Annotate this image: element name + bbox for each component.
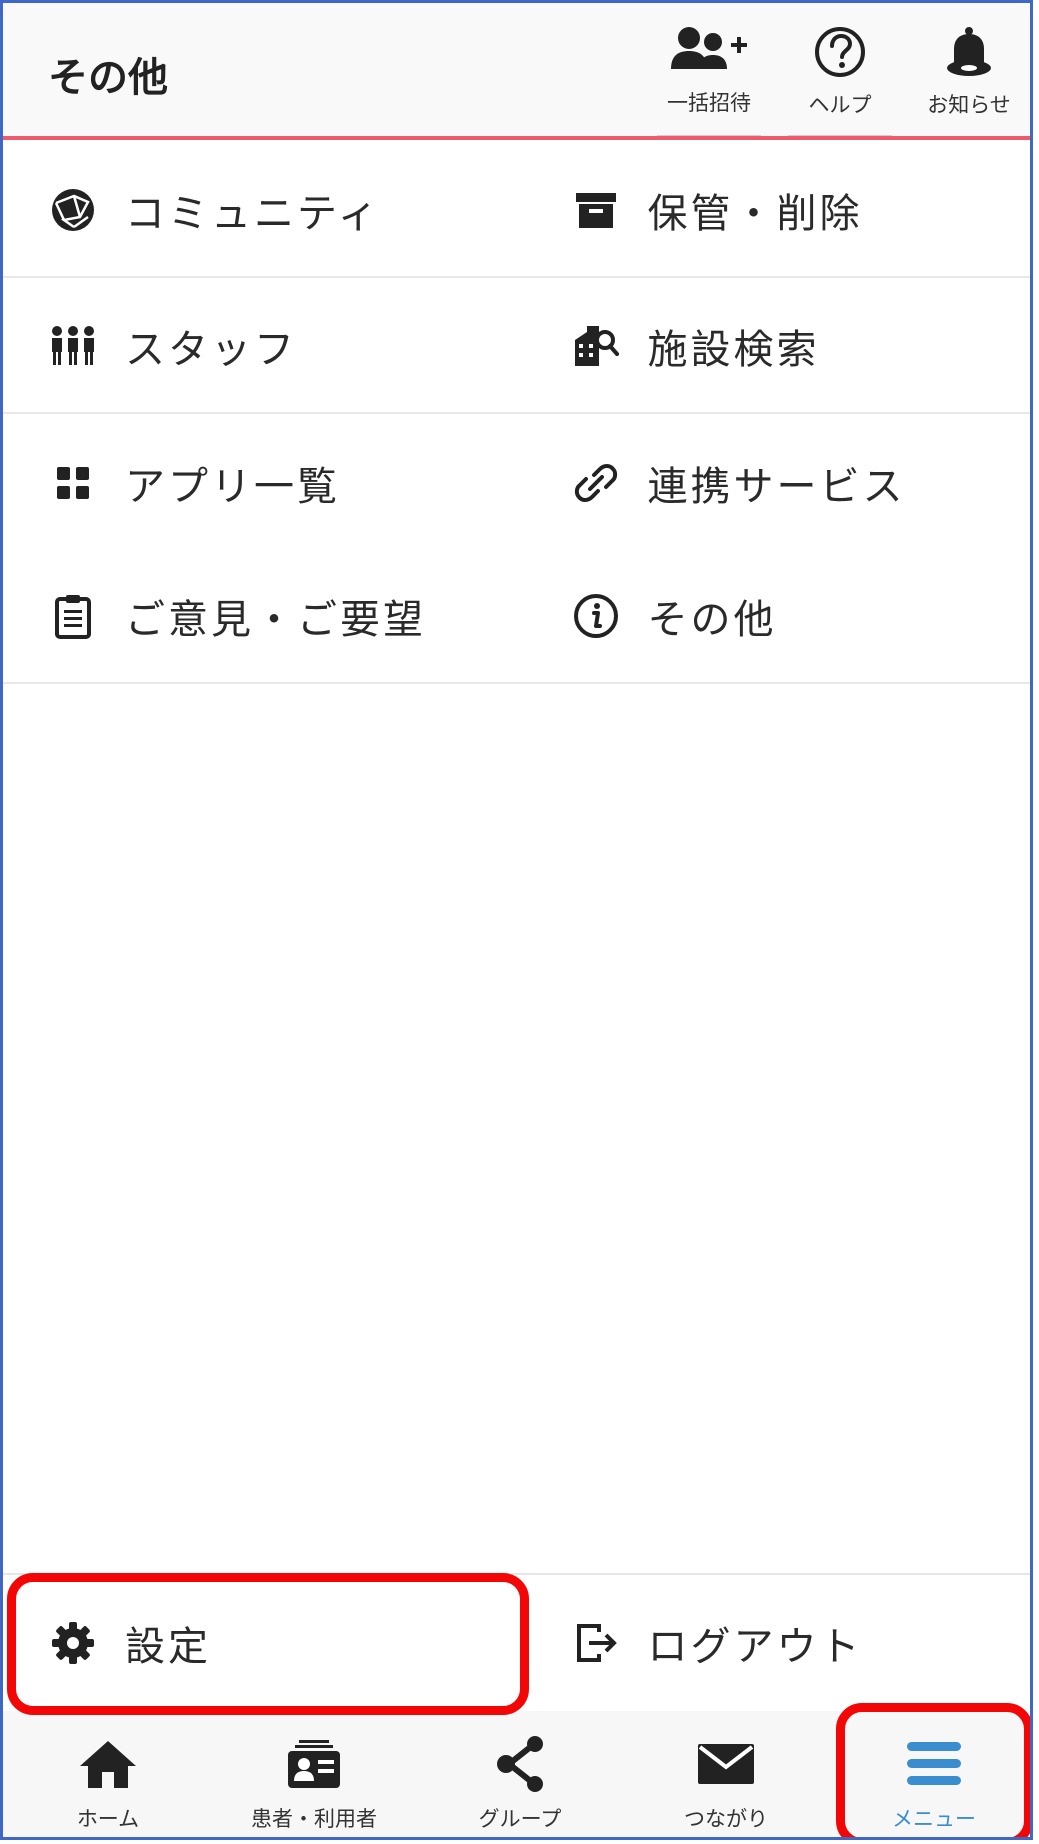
tab-label: 患者・利用者 bbox=[251, 1807, 377, 1831]
menu-row: コミュニティ 保管・削除 bbox=[3, 144, 1030, 278]
menu-item-label: 施設検索 bbox=[647, 327, 820, 373]
logout-label: ログアウト bbox=[647, 1624, 863, 1670]
menu-item-label: コミュニティ bbox=[125, 191, 381, 237]
clipboard-icon bbox=[55, 595, 91, 639]
tab-label: ホーム bbox=[76, 1807, 140, 1831]
tab-group[interactable]: グループ bbox=[417, 1711, 623, 1837]
menu-item-facility-search[interactable]: 施設検索 bbox=[517, 280, 1031, 412]
menu-item-other[interactable]: その他 bbox=[517, 550, 1031, 682]
bulk-invite-label: 一括招待 bbox=[667, 91, 751, 115]
menu-item-label: スタッフ bbox=[125, 327, 297, 373]
info-icon bbox=[573, 594, 618, 638]
staff-icon bbox=[52, 326, 94, 365]
menu-item-app-list[interactable]: アプリ一覧 bbox=[3, 416, 517, 550]
help-label: ヘルプ bbox=[808, 93, 872, 117]
app-frame: その他 一括招待 ヘルプ お知らせ コミュニティ 保管・削除 スタッフ 施設検索… bbox=[0, 0, 1033, 1840]
mail-icon bbox=[698, 1744, 754, 1784]
menu-item-linked-services[interactable]: 連携サービス bbox=[517, 416, 1031, 550]
share-nodes-icon bbox=[497, 1736, 543, 1792]
tab-patients[interactable]: 患者・利用者 bbox=[211, 1711, 417, 1837]
tab-label: グループ bbox=[478, 1807, 562, 1831]
menu-item-staff[interactable]: スタッフ bbox=[3, 280, 517, 412]
page-title: その他 bbox=[48, 55, 168, 101]
help-button[interactable]: ヘルプ bbox=[780, 25, 900, 136]
menu-item-community[interactable]: コミュニティ bbox=[3, 144, 517, 276]
logout-icon bbox=[576, 1624, 617, 1662]
menu-tab-highlight bbox=[836, 1703, 1030, 1837]
divider bbox=[657, 135, 761, 136]
menu-item-label: アプリ一覧 bbox=[125, 464, 340, 510]
logout-button[interactable]: ログアウト bbox=[517, 1575, 1031, 1711]
archive-icon bbox=[575, 193, 616, 228]
home-icon bbox=[80, 1741, 136, 1788]
menu-item-label: 連携サービス bbox=[647, 464, 906, 510]
user-add-icon bbox=[671, 27, 747, 69]
settings-highlight bbox=[7, 1573, 529, 1715]
menu-item-label: ご意見・ご要望 bbox=[125, 597, 426, 643]
link-icon bbox=[574, 464, 617, 502]
bulk-invite-button[interactable]: 一括招待 bbox=[649, 25, 769, 136]
bell-icon bbox=[947, 27, 991, 76]
facility-search-icon bbox=[574, 326, 619, 366]
menu-row: アプリ一覧 連携サービス bbox=[3, 416, 1030, 550]
globe-icon bbox=[52, 189, 94, 231]
tab-label: つながり bbox=[684, 1807, 768, 1831]
tab-home[interactable]: ホーム bbox=[5, 1711, 211, 1837]
menu-row: スタッフ 施設検索 bbox=[3, 280, 1030, 414]
app-grid-icon bbox=[57, 467, 89, 499]
menu-item-archive[interactable]: 保管・削除 bbox=[517, 144, 1031, 276]
help-circle-icon bbox=[815, 27, 865, 77]
menu-item-feedback[interactable]: ご意見・ご要望 bbox=[3, 550, 517, 682]
patient-card-icon bbox=[288, 1740, 340, 1788]
menu-item-label: 保管・削除 bbox=[647, 191, 863, 237]
menu-item-label: その他 bbox=[647, 597, 777, 643]
header: その他 一括招待 ヘルプ お知らせ bbox=[3, 3, 1030, 140]
tab-connections[interactable]: つながり bbox=[623, 1711, 829, 1837]
notifications-label: お知らせ bbox=[927, 93, 1011, 117]
menu-row: ご意見・ご要望 その他 bbox=[3, 550, 1030, 684]
notifications-button[interactable]: お知らせ bbox=[909, 25, 1029, 130]
divider bbox=[788, 135, 892, 136]
